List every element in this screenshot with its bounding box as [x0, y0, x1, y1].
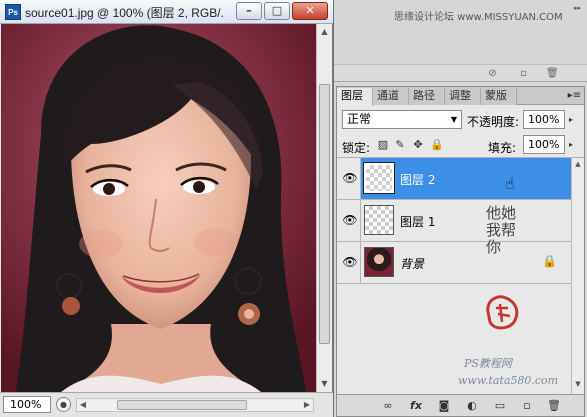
link-icon[interactable]: ∞: [381, 399, 395, 413]
site-url-watermark: www.tata580.com: [458, 374, 559, 387]
horizontal-scrollbar[interactable]: ◀ ▶: [76, 398, 314, 412]
fx-icon[interactable]: fx: [409, 399, 423, 413]
lock-fill-row: 锁定: ▨ ✎ ✥ 🔒 填充: 100% ▸: [337, 133, 584, 158]
background-thumbnail[interactable]: [364, 247, 394, 277]
document-window: Ps source01.jpg @ 100% (图层 2, RGB/... – …: [0, 0, 333, 417]
eye-icon[interactable]: 👁: [341, 255, 359, 269]
layers-list: 👁 图层 2 ☝ 👁 图层 1 👁 背景 🔒: [337, 158, 571, 394]
scroll-thumb[interactable]: [319, 84, 330, 344]
mask-icon[interactable]: ◙: [437, 399, 451, 413]
tab-layers[interactable]: 图层: [337, 88, 373, 106]
panel-menu-icon[interactable]: ▸≡: [568, 88, 581, 104]
lock-transparency-icon[interactable]: ▨: [377, 138, 389, 151]
scroll-down-icon[interactable]: ▼: [573, 380, 583, 388]
layer-row-layer1[interactable]: 👁 图层 1: [337, 200, 571, 242]
visibility-cell[interactable]: 👁: [337, 158, 361, 199]
blend-mode-select[interactable]: 正常 ▼: [342, 110, 462, 129]
layer-name[interactable]: 背景: [400, 255, 424, 272]
eye-icon[interactable]: 👁: [341, 171, 359, 185]
folder-icon[interactable]: ▭: [493, 399, 507, 413]
new-item-icon[interactable]: ▫: [518, 68, 529, 79]
calligraphy-watermark: 他她我帮你: [486, 204, 517, 256]
visibility-cell[interactable]: 👁: [337, 200, 361, 241]
minimize-button[interactable]: –: [236, 2, 262, 20]
scroll-up-icon[interactable]: ▲: [573, 160, 583, 168]
upper-panel-footer: ⊘ ▫ 🗑: [334, 64, 587, 82]
fill-value: 100%: [528, 138, 560, 151]
panel-dock: 思缘设计论坛 www.MISSYUAN.COM ▸▸ ⊘ ▫ 🗑 图层 通道 路…: [334, 0, 587, 417]
scroll-right-icon[interactable]: ▶: [301, 399, 313, 411]
photoshop-icon: Ps: [5, 4, 21, 20]
fill-field[interactable]: 100% ▸: [523, 135, 573, 154]
tab-adjustments[interactable]: 调整: [445, 88, 481, 105]
tab-channels[interactable]: 通道: [373, 88, 409, 105]
maximize-button[interactable]: □: [264, 2, 290, 20]
lock-all-icon[interactable]: 🔒: [430, 138, 444, 151]
chevron-right-icon[interactable]: ▸: [569, 111, 573, 128]
layer-row-layer2[interactable]: 👁 图层 2 ☝: [337, 158, 571, 200]
lock-icon: 🔒: [542, 254, 557, 268]
hscroll-thumb[interactable]: [117, 400, 247, 410]
panel-tabs: 图层 通道 路径 调整 蒙版 ▸≡: [337, 87, 584, 106]
no-icon[interactable]: ⊘: [487, 68, 498, 79]
layers-footer: ∞ fx ◙ ◐ ▭ ▫ 🗑: [337, 394, 584, 416]
hand-cursor-icon: ☝: [505, 174, 515, 193]
scroll-down-icon[interactable]: ▼: [319, 378, 330, 389]
status-menu-icon[interactable]: ●: [56, 397, 71, 412]
lock-label: 锁定:: [342, 141, 371, 155]
layer-thumbnail[interactable]: [364, 205, 394, 235]
blend-mode-value: 正常: [347, 112, 372, 126]
lock-pixels-icon[interactable]: ✎: [394, 138, 406, 151]
vertical-scrollbar[interactable]: ▲ ▼: [316, 24, 332, 392]
scroll-up-icon[interactable]: ▲: [319, 26, 330, 37]
forum-watermark: 思缘设计论坛 www.MISSYUAN.COM: [394, 12, 563, 23]
trash-icon[interactable]: 🗑: [547, 399, 561, 413]
lock-position-icon[interactable]: ✥: [412, 138, 424, 151]
opacity-label: 不透明度:: [467, 115, 520, 129]
seal-stamp: [486, 295, 519, 330]
blend-opacity-row: 正常 ▼ 不透明度: 100% ▸: [337, 106, 584, 133]
new-layer-icon[interactable]: ▫: [520, 399, 534, 413]
scroll-left-icon[interactable]: ◀: [77, 399, 89, 411]
adjustment-icon[interactable]: ◐: [465, 399, 479, 413]
tab-paths[interactable]: 路径: [409, 88, 445, 105]
chevron-down-icon: ▼: [450, 115, 457, 124]
portrait-photo: [1, 24, 316, 392]
collapse-icon[interactable]: ▸▸: [574, 4, 584, 13]
opacity-field[interactable]: 100% ▸: [523, 110, 573, 129]
layer-row-background[interactable]: 👁 背景 🔒: [337, 242, 571, 284]
image-canvas[interactable]: [1, 24, 316, 392]
zoom-field[interactable]: 100%: [3, 396, 51, 413]
layers-scrollbar[interactable]: ▲ ▼: [571, 158, 584, 394]
site-name-watermark: PS教程网: [464, 357, 512, 370]
layers-panel: 图层 通道 路径 调整 蒙版 ▸≡ 正常 ▼ 不透明度: 100% ▸ 锁定: …: [336, 86, 585, 417]
layer-name[interactable]: 图层 2: [400, 171, 435, 188]
trash-icon[interactable]: 🗑: [546, 68, 559, 79]
opacity-value: 100%: [528, 113, 560, 126]
status-bar: 100% ● ◀ ▶: [0, 392, 333, 417]
tab-masks[interactable]: 蒙版: [481, 88, 517, 105]
document-title: source01.jpg @ 100% (图层 2, RGB/...: [25, 6, 225, 20]
close-button[interactable]: ✕: [292, 2, 328, 20]
chevron-right-icon[interactable]: ▸: [569, 136, 573, 153]
layer-thumbnail[interactable]: [363, 162, 395, 194]
visibility-cell[interactable]: 👁: [337, 242, 361, 283]
document-title-bar[interactable]: Ps source01.jpg @ 100% (图层 2, RGB/... – …: [0, 0, 333, 24]
panel-collapse-buttons[interactable]: ▸▸: [574, 4, 584, 30]
eye-icon[interactable]: 👁: [341, 213, 359, 227]
fill-label: 填充:: [488, 141, 517, 155]
layer-name[interactable]: 图层 1: [400, 213, 435, 230]
